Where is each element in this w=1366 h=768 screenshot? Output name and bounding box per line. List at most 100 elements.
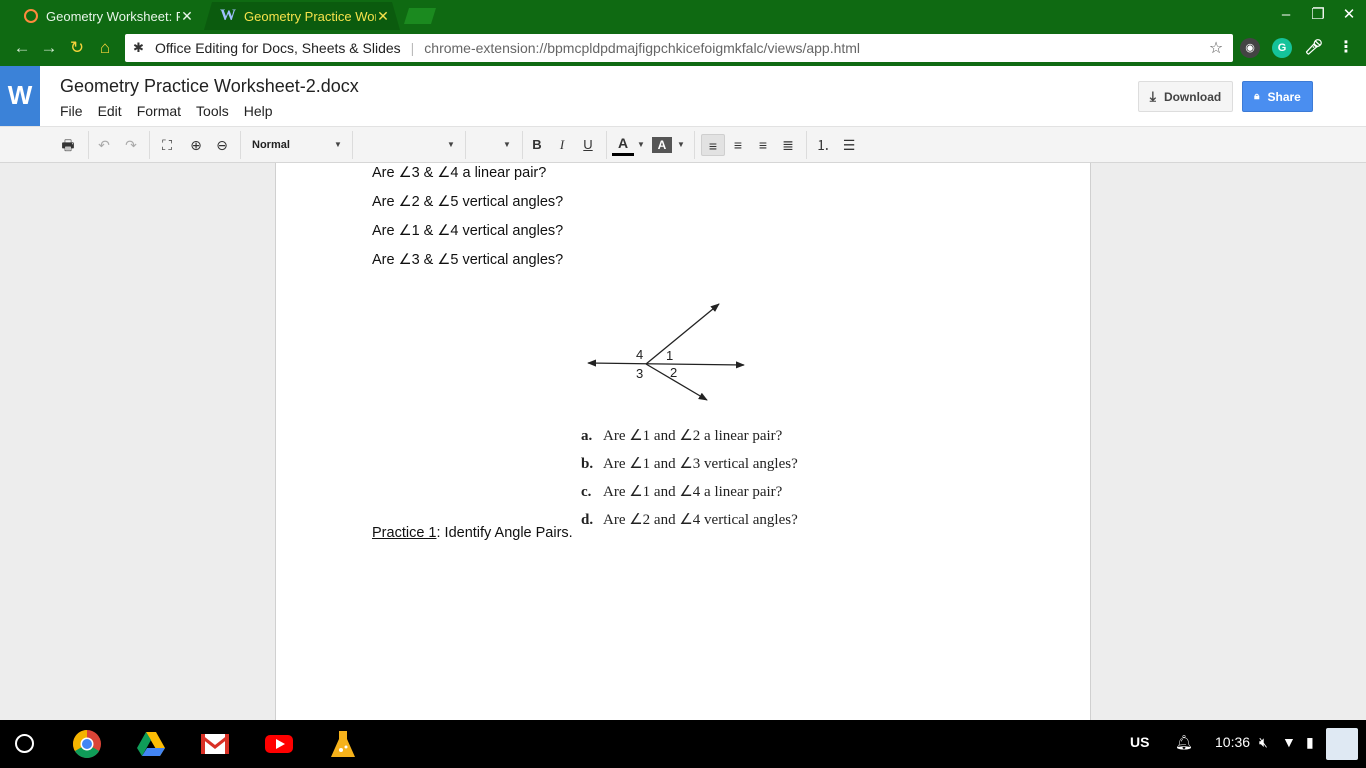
toolbar-divider bbox=[694, 131, 695, 159]
highlight-button[interactable]: A bbox=[652, 137, 672, 153]
share-button[interactable]: 🔒︎ Share bbox=[1242, 81, 1313, 112]
gmail-icon[interactable] bbox=[200, 729, 230, 759]
chevron-down-icon[interactable]: ▼ bbox=[503, 134, 511, 156]
home-icon[interactable]: ⌂ bbox=[93, 36, 117, 60]
zoom-in-icon[interactable]: ⊕ bbox=[185, 134, 207, 156]
zoom-out-icon[interactable]: ⊖ bbox=[211, 134, 233, 156]
fit-page-icon[interactable]: ⛶ bbox=[156, 134, 178, 156]
sub-question-letter: b. bbox=[581, 456, 594, 472]
chrome-icon[interactable] bbox=[72, 729, 102, 759]
new-tab-button[interactable] bbox=[404, 8, 436, 24]
angle-label-4: 4 bbox=[636, 347, 643, 362]
practice-text: : Identify Angle Pairs. bbox=[436, 525, 573, 541]
extension-icon[interactable]: ◉ bbox=[1240, 38, 1260, 58]
mute-icon[interactable]: 🔇︎ bbox=[1259, 734, 1268, 751]
download-icon: ⤓ bbox=[1149, 88, 1156, 104]
notification-icon[interactable]: 🔔︎ bbox=[1175, 734, 1193, 751]
maximize-icon[interactable]: ❐ bbox=[1306, 4, 1330, 26]
document-page[interactable]: Are ∠3 & ∠4 a linear pair? Are ∠2 & ∠5 v… bbox=[275, 163, 1091, 720]
question-line: Are ∠2 & ∠5 vertical angles? bbox=[372, 194, 564, 210]
omnibox-url[interactable]: chrome-extension://bpmcpldpdmajfigpchkic… bbox=[424, 40, 1205, 56]
style-select[interactable]: Normal bbox=[252, 134, 290, 156]
chevron-down-icon[interactable]: ▼ bbox=[637, 134, 645, 156]
avatar[interactable] bbox=[1326, 728, 1358, 760]
puzzle-icon: ✱ bbox=[133, 40, 144, 55]
underline-button[interactable]: U bbox=[578, 134, 598, 156]
undo-icon[interactable]: ↶ bbox=[93, 134, 115, 156]
download-button[interactable]: ⤓ Download bbox=[1138, 81, 1233, 112]
tab-title: Geometry Worksheet: PH bbox=[46, 8, 180, 24]
browser-titlebar: Geometry Worksheet: PH ✕ W Geometry Prac… bbox=[0, 0, 1366, 30]
document-canvas[interactable]: Are ∠3 & ∠4 a linear pair? Are ∠2 & ∠5 v… bbox=[0, 163, 1366, 720]
back-icon[interactable]: ← bbox=[10, 36, 34, 60]
document-title[interactable]: Geometry Practice Worksheet-2.docx bbox=[60, 76, 359, 97]
menu-format[interactable]: Format bbox=[137, 103, 181, 119]
microphone-icon[interactable]: 🎤︎ bbox=[1304, 38, 1324, 58]
question-line: Are ∠3 & ∠5 vertical angles? bbox=[372, 252, 564, 268]
browser-toolbar: ← → ↻ ⌂ ✱ Office Editing for Docs, Sheet… bbox=[0, 30, 1366, 66]
ime-indicator[interactable]: US bbox=[1130, 734, 1149, 750]
share-label: Share bbox=[1267, 89, 1301, 104]
launcher-icon[interactable] bbox=[15, 734, 34, 753]
flask-icon[interactable] bbox=[328, 729, 358, 759]
practice-label: Practice 1 bbox=[372, 525, 437, 541]
text-color-button[interactable]: A bbox=[612, 134, 634, 156]
more-icon[interactable]: ⋮ bbox=[1336, 38, 1356, 58]
reload-icon[interactable]: ↻ bbox=[65, 36, 89, 60]
sub-question-text: Are ∠2 and ∠4 vertical angles? bbox=[603, 512, 798, 528]
horizontal-line bbox=[587, 359, 745, 369]
omnibox-divider: | bbox=[410, 40, 415, 56]
menu-tools[interactable]: Tools bbox=[196, 103, 229, 119]
close-window-icon[interactable]: ✕ bbox=[1337, 4, 1361, 26]
clock[interactable]: 10:36 bbox=[1215, 734, 1250, 750]
align-left-icon[interactable]: ≡ bbox=[701, 134, 725, 156]
grammarly-icon[interactable]: G bbox=[1272, 38, 1292, 58]
close-icon[interactable]: ✕ bbox=[180, 8, 194, 25]
sub-question-text: Are ∠1 and ∠4 a linear pair? bbox=[603, 484, 783, 500]
align-right-icon[interactable]: ≡ bbox=[752, 134, 774, 156]
bulleted-list-icon[interactable]: ☰ bbox=[838, 134, 860, 156]
align-justify-icon[interactable]: ≣ bbox=[777, 134, 799, 156]
wifi-icon[interactable]: ▼ bbox=[1282, 734, 1296, 750]
word-logo: W bbox=[0, 66, 40, 126]
print-icon[interactable]: 🖶︎ bbox=[56, 134, 80, 156]
chevron-down-icon[interactable]: ▼ bbox=[334, 134, 342, 156]
practice-heading: Practice 1: Identify Angle Pairs. bbox=[372, 525, 573, 541]
star-icon[interactable]: ☆ bbox=[1205, 38, 1227, 58]
youtube-icon[interactable] bbox=[264, 729, 294, 759]
forward-icon[interactable]: → bbox=[37, 36, 61, 60]
align-center-icon[interactable]: ≡ bbox=[727, 134, 749, 156]
font-size-select[interactable] bbox=[472, 134, 500, 156]
italic-button[interactable]: I bbox=[552, 134, 572, 156]
angle-label-3: 3 bbox=[636, 366, 643, 381]
close-icon[interactable]: ✕ bbox=[376, 8, 390, 25]
menu-help[interactable]: Help bbox=[244, 103, 273, 119]
battery-icon[interactable]: ▮ bbox=[1306, 734, 1314, 751]
toolbar-divider bbox=[352, 131, 353, 159]
lock-icon: 🔒︎ bbox=[1254, 91, 1260, 102]
menu-edit[interactable]: Edit bbox=[98, 103, 122, 119]
toolbar-divider bbox=[606, 131, 607, 159]
tab-geometry-practice[interactable]: W Geometry Practice Works ✕ bbox=[204, 2, 400, 30]
redo-icon[interactable]: ↷ bbox=[120, 134, 142, 156]
minimize-icon[interactable]: – bbox=[1274, 4, 1298, 26]
toolbar-divider bbox=[149, 131, 150, 159]
sub-question-letter: d. bbox=[581, 512, 594, 528]
tab-geometry-worksheet[interactable]: Geometry Worksheet: PH ✕ bbox=[8, 2, 204, 30]
chevron-down-icon[interactable]: ▼ bbox=[677, 134, 685, 156]
sub-question: d. Are ∠2 and ∠4 vertical angles? bbox=[581, 510, 798, 529]
app-header: W Geometry Practice Worksheet-2.docx Fil… bbox=[0, 66, 1366, 126]
formatting-toolbar: 🖶︎ ↶ ↷ ⛶ ⊕ ⊖ Normal ▼ ▼ ▼ B I U A ▼ A ▼ … bbox=[0, 126, 1366, 163]
menu-file[interactable]: File bbox=[60, 103, 83, 119]
drive-icon[interactable] bbox=[136, 729, 166, 759]
numbered-list-icon[interactable]: ⒈ bbox=[812, 134, 834, 156]
angle-pairs-figure: 4 1 3 2 bbox=[587, 303, 745, 401]
bold-button[interactable]: B bbox=[527, 134, 547, 156]
chevron-down-icon[interactable]: ▼ bbox=[447, 134, 455, 156]
angle-label-1: 1 bbox=[666, 348, 673, 363]
word-w-icon: W bbox=[220, 7, 236, 24]
font-select[interactable] bbox=[360, 134, 440, 156]
omnibox[interactable]: ✱ Office Editing for Docs, Sheets & Slid… bbox=[125, 34, 1233, 62]
omnibox-origin: Office Editing for Docs, Sheets & Slides bbox=[155, 40, 401, 56]
sub-question: b. Are ∠1 and ∠3 vertical angles? bbox=[581, 454, 798, 473]
